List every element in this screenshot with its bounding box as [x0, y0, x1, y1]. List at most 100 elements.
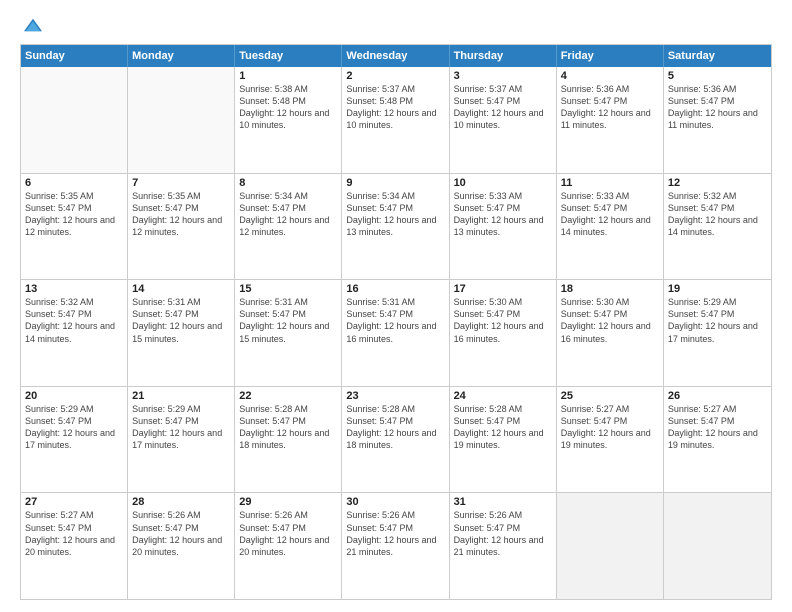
header-wednesday: Wednesday — [342, 45, 449, 67]
table-row: 21Sunrise: 5:29 AM Sunset: 5:47 PM Dayli… — [128, 387, 235, 493]
table-row: 2Sunrise: 5:37 AM Sunset: 5:48 PM Daylig… — [342, 67, 449, 173]
table-row: 23Sunrise: 5:28 AM Sunset: 5:47 PM Dayli… — [342, 387, 449, 493]
day-number: 12 — [668, 177, 767, 189]
cell-detail: Sunrise: 5:29 AM Sunset: 5:47 PM Dayligh… — [132, 403, 230, 452]
cell-detail: Sunrise: 5:36 AM Sunset: 5:47 PM Dayligh… — [561, 83, 659, 132]
cell-detail: Sunrise: 5:37 AM Sunset: 5:47 PM Dayligh… — [454, 83, 552, 132]
cell-detail: Sunrise: 5:29 AM Sunset: 5:47 PM Dayligh… — [668, 296, 767, 345]
table-row: 28Sunrise: 5:26 AM Sunset: 5:47 PM Dayli… — [128, 493, 235, 599]
day-number: 15 — [239, 283, 337, 295]
table-row: 5Sunrise: 5:36 AM Sunset: 5:47 PM Daylig… — [664, 67, 771, 173]
calendar-week-1: 1Sunrise: 5:38 AM Sunset: 5:48 PM Daylig… — [21, 67, 771, 173]
cell-detail: Sunrise: 5:26 AM Sunset: 5:47 PM Dayligh… — [132, 509, 230, 558]
table-row: 27Sunrise: 5:27 AM Sunset: 5:47 PM Dayli… — [21, 493, 128, 599]
cell-detail: Sunrise: 5:32 AM Sunset: 5:47 PM Dayligh… — [25, 296, 123, 345]
table-row — [128, 67, 235, 173]
cell-detail: Sunrise: 5:28 AM Sunset: 5:47 PM Dayligh… — [346, 403, 444, 452]
table-row: 20Sunrise: 5:29 AM Sunset: 5:47 PM Dayli… — [21, 387, 128, 493]
table-row: 19Sunrise: 5:29 AM Sunset: 5:47 PM Dayli… — [664, 280, 771, 386]
day-number: 9 — [346, 177, 444, 189]
table-row: 9Sunrise: 5:34 AM Sunset: 5:47 PM Daylig… — [342, 174, 449, 280]
calendar: Sunday Monday Tuesday Wednesday Thursday… — [20, 44, 772, 600]
calendar-week-3: 13Sunrise: 5:32 AM Sunset: 5:47 PM Dayli… — [21, 279, 771, 386]
table-row: 26Sunrise: 5:27 AM Sunset: 5:47 PM Dayli… — [664, 387, 771, 493]
cell-detail: Sunrise: 5:27 AM Sunset: 5:47 PM Dayligh… — [561, 403, 659, 452]
day-number: 29 — [239, 496, 337, 508]
day-number: 2 — [346, 70, 444, 82]
table-row: 29Sunrise: 5:26 AM Sunset: 5:47 PM Dayli… — [235, 493, 342, 599]
table-row: 24Sunrise: 5:28 AM Sunset: 5:47 PM Dayli… — [450, 387, 557, 493]
header-monday: Monday — [128, 45, 235, 67]
table-row — [21, 67, 128, 173]
page: Sunday Monday Tuesday Wednesday Thursday… — [0, 0, 792, 612]
cell-detail: Sunrise: 5:26 AM Sunset: 5:47 PM Dayligh… — [346, 509, 444, 558]
cell-detail: Sunrise: 5:30 AM Sunset: 5:47 PM Dayligh… — [561, 296, 659, 345]
day-number: 25 — [561, 390, 659, 402]
day-number: 28 — [132, 496, 230, 508]
table-row: 25Sunrise: 5:27 AM Sunset: 5:47 PM Dayli… — [557, 387, 664, 493]
table-row: 11Sunrise: 5:33 AM Sunset: 5:47 PM Dayli… — [557, 174, 664, 280]
day-number: 5 — [668, 70, 767, 82]
cell-detail: Sunrise: 5:31 AM Sunset: 5:47 PM Dayligh… — [346, 296, 444, 345]
cell-detail: Sunrise: 5:35 AM Sunset: 5:47 PM Dayligh… — [132, 190, 230, 239]
table-row: 30Sunrise: 5:26 AM Sunset: 5:47 PM Dayli… — [342, 493, 449, 599]
table-row: 4Sunrise: 5:36 AM Sunset: 5:47 PM Daylig… — [557, 67, 664, 173]
header-friday: Friday — [557, 45, 664, 67]
day-number: 27 — [25, 496, 123, 508]
cell-detail: Sunrise: 5:35 AM Sunset: 5:47 PM Dayligh… — [25, 190, 123, 239]
table-row: 31Sunrise: 5:26 AM Sunset: 5:47 PM Dayli… — [450, 493, 557, 599]
table-row: 14Sunrise: 5:31 AM Sunset: 5:47 PM Dayli… — [128, 280, 235, 386]
day-number: 10 — [454, 177, 552, 189]
table-row: 1Sunrise: 5:38 AM Sunset: 5:48 PM Daylig… — [235, 67, 342, 173]
table-row: 10Sunrise: 5:33 AM Sunset: 5:47 PM Dayli… — [450, 174, 557, 280]
day-number: 21 — [132, 390, 230, 402]
calendar-header: Sunday Monday Tuesday Wednesday Thursday… — [21, 45, 771, 67]
table-row: 16Sunrise: 5:31 AM Sunset: 5:47 PM Dayli… — [342, 280, 449, 386]
table-row: 15Sunrise: 5:31 AM Sunset: 5:47 PM Dayli… — [235, 280, 342, 386]
table-row: 7Sunrise: 5:35 AM Sunset: 5:47 PM Daylig… — [128, 174, 235, 280]
day-number: 6 — [25, 177, 123, 189]
cell-detail: Sunrise: 5:31 AM Sunset: 5:47 PM Dayligh… — [132, 296, 230, 345]
table-row: 22Sunrise: 5:28 AM Sunset: 5:47 PM Dayli… — [235, 387, 342, 493]
header — [20, 16, 772, 34]
cell-detail: Sunrise: 5:29 AM Sunset: 5:47 PM Dayligh… — [25, 403, 123, 452]
day-number: 20 — [25, 390, 123, 402]
day-number: 22 — [239, 390, 337, 402]
day-number: 8 — [239, 177, 337, 189]
cell-detail: Sunrise: 5:27 AM Sunset: 5:47 PM Dayligh… — [25, 509, 123, 558]
day-number: 23 — [346, 390, 444, 402]
day-number: 19 — [668, 283, 767, 295]
day-number: 3 — [454, 70, 552, 82]
table-row: 8Sunrise: 5:34 AM Sunset: 5:47 PM Daylig… — [235, 174, 342, 280]
calendar-week-2: 6Sunrise: 5:35 AM Sunset: 5:47 PM Daylig… — [21, 173, 771, 280]
day-number: 13 — [25, 283, 123, 295]
header-tuesday: Tuesday — [235, 45, 342, 67]
cell-detail: Sunrise: 5:33 AM Sunset: 5:47 PM Dayligh… — [454, 190, 552, 239]
table-row: 12Sunrise: 5:32 AM Sunset: 5:47 PM Dayli… — [664, 174, 771, 280]
logo-icon — [24, 16, 42, 34]
cell-detail: Sunrise: 5:34 AM Sunset: 5:47 PM Dayligh… — [346, 190, 444, 239]
day-number: 11 — [561, 177, 659, 189]
cell-detail: Sunrise: 5:27 AM Sunset: 5:47 PM Dayligh… — [668, 403, 767, 452]
table-row: 3Sunrise: 5:37 AM Sunset: 5:47 PM Daylig… — [450, 67, 557, 173]
cell-detail: Sunrise: 5:38 AM Sunset: 5:48 PM Dayligh… — [239, 83, 337, 132]
header-thursday: Thursday — [450, 45, 557, 67]
table-row: 13Sunrise: 5:32 AM Sunset: 5:47 PM Dayli… — [21, 280, 128, 386]
cell-detail: Sunrise: 5:28 AM Sunset: 5:47 PM Dayligh… — [239, 403, 337, 452]
table-row — [664, 493, 771, 599]
day-number: 30 — [346, 496, 444, 508]
day-number: 14 — [132, 283, 230, 295]
cell-detail: Sunrise: 5:32 AM Sunset: 5:47 PM Dayligh… — [668, 190, 767, 239]
table-row: 18Sunrise: 5:30 AM Sunset: 5:47 PM Dayli… — [557, 280, 664, 386]
logo — [20, 16, 42, 34]
day-number: 1 — [239, 70, 337, 82]
day-number: 18 — [561, 283, 659, 295]
cell-detail: Sunrise: 5:36 AM Sunset: 5:47 PM Dayligh… — [668, 83, 767, 132]
cell-detail: Sunrise: 5:34 AM Sunset: 5:47 PM Dayligh… — [239, 190, 337, 239]
cell-detail: Sunrise: 5:37 AM Sunset: 5:48 PM Dayligh… — [346, 83, 444, 132]
header-sunday: Sunday — [21, 45, 128, 67]
cell-detail: Sunrise: 5:26 AM Sunset: 5:47 PM Dayligh… — [239, 509, 337, 558]
day-number: 26 — [668, 390, 767, 402]
cell-detail: Sunrise: 5:31 AM Sunset: 5:47 PM Dayligh… — [239, 296, 337, 345]
cell-detail: Sunrise: 5:28 AM Sunset: 5:47 PM Dayligh… — [454, 403, 552, 452]
